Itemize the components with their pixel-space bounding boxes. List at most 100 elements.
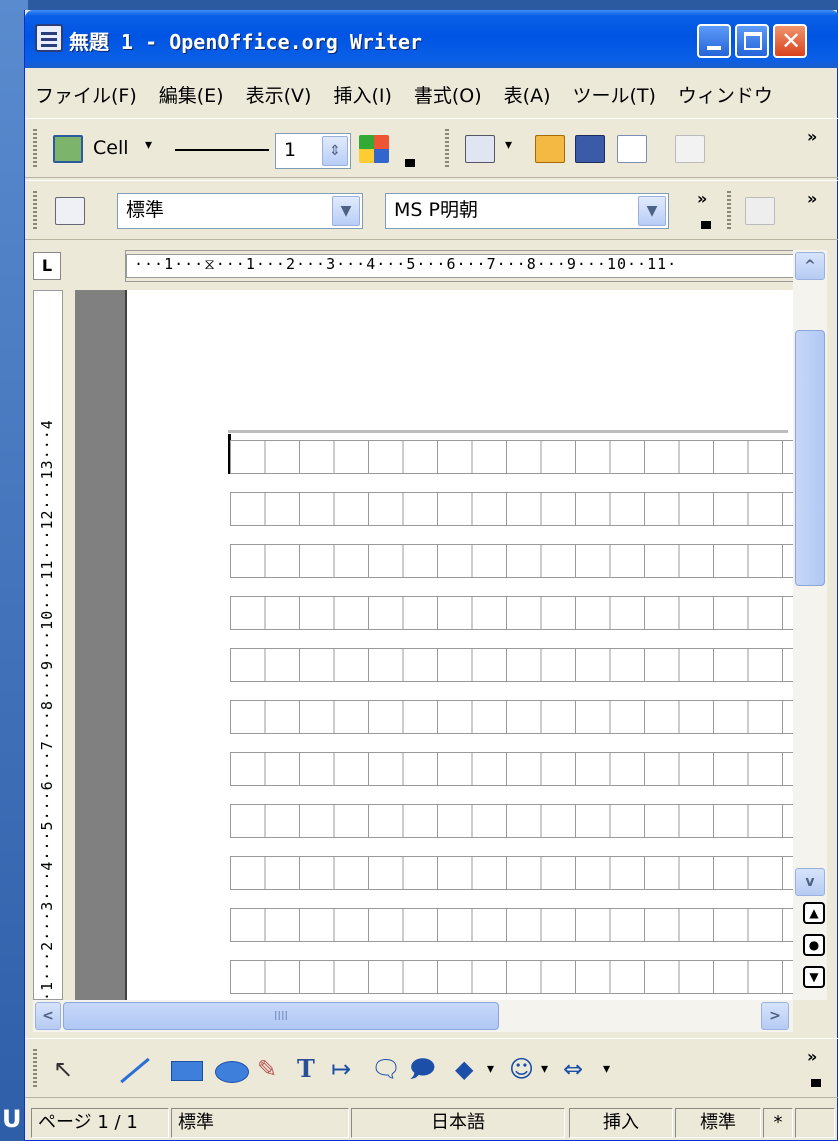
table-row[interactable] xyxy=(230,544,793,578)
spinner-arrows-icon[interactable]: ⇕ xyxy=(322,136,348,166)
table-row[interactable] xyxy=(230,700,793,734)
table-row[interactable] xyxy=(230,440,793,474)
tab-stop-selector[interactable]: L xyxy=(33,252,61,280)
menu-view[interactable]: 表示(V) xyxy=(246,81,312,108)
toolbar-overflow-grip[interactable] xyxy=(405,159,415,167)
horizontal-scroll-thumb[interactable]: IIII xyxy=(63,1002,499,1030)
scroll-down-button[interactable]: v xyxy=(795,868,825,896)
symbol-dropdown-arrow-icon[interactable]: ▾ xyxy=(541,1055,548,1083)
menu-tools[interactable]: ツール(T) xyxy=(572,81,655,108)
toolbar-more-icon[interactable]: » xyxy=(697,189,707,208)
table-row[interactable] xyxy=(230,492,793,526)
annotation-tool-icon[interactable]: 🗩 xyxy=(409,1055,436,1083)
line-width-value: 1 xyxy=(284,139,297,161)
cell-label: Cell xyxy=(93,137,129,159)
table-row[interactable] xyxy=(230,908,793,942)
menu-format[interactable]: 書式(O) xyxy=(414,81,482,108)
font-name-value: MS P明朝 xyxy=(394,199,478,221)
callout-tool-icon[interactable]: 🗨 xyxy=(371,1055,401,1083)
vertical-scroll-thumb[interactable] xyxy=(795,330,825,586)
freeform-tool-icon[interactable]: ✎ xyxy=(257,1055,277,1083)
scroll-up-button[interactable]: ^ xyxy=(795,252,825,280)
menu-file[interactable]: ファイル(F) xyxy=(35,81,137,108)
email-icon[interactable] xyxy=(617,135,647,163)
rectangle-tool-icon[interactable] xyxy=(171,1061,203,1081)
chevron-down-icon[interactable]: ▼ xyxy=(332,196,360,226)
table-row[interactable] xyxy=(230,960,793,994)
status-modified: * xyxy=(763,1108,793,1138)
navigator-button[interactable]: ● xyxy=(803,934,825,956)
toolbar-grip[interactable] xyxy=(33,129,37,169)
table-row[interactable] xyxy=(230,804,793,838)
status-insert-mode[interactable]: 挿入 xyxy=(569,1108,673,1138)
scroll-left-button[interactable]: < xyxy=(35,1002,61,1030)
window-title: 無題 1 - OpenOffice.org Writer xyxy=(69,30,423,54)
next-page-button[interactable]: ▼ xyxy=(803,966,825,988)
table-row[interactable] xyxy=(230,596,793,630)
menu-table[interactable]: 表(A) xyxy=(504,81,551,108)
paragraph-style-select[interactable]: 標準 ▼ xyxy=(117,193,363,229)
arrows-dropdown-arrow-icon[interactable]: ▾ xyxy=(603,1055,610,1083)
menu-insert[interactable]: 挿入(I) xyxy=(333,81,391,108)
menu-window[interactable]: ウィンドウ xyxy=(678,81,773,108)
scroll-right-button[interactable]: > xyxy=(761,1002,789,1030)
toolbar-more-icon[interactable]: » xyxy=(807,127,817,146)
vertical-ruler[interactable]: ··1···2···3···4···5···6···7···8···9···10… xyxy=(33,290,63,1000)
writer-window: 無題 1 - OpenOffice.org Writer ✕ ファイル(F) 編… xyxy=(24,10,838,1141)
vertical-scrollbar[interactable]: ^ v xyxy=(793,250,827,1000)
symbol-shapes-icon[interactable]: ☺ xyxy=(509,1055,534,1083)
toolbar-overflow-grip[interactable] xyxy=(701,221,711,229)
toolbar-overflow-grip[interactable] xyxy=(811,1079,821,1087)
status-signature[interactable] xyxy=(795,1108,835,1138)
toolbar-more-icon[interactable]: » xyxy=(807,189,817,208)
toolbar-more-icon[interactable]: » xyxy=(807,1047,817,1066)
new-dropdown-arrow-icon[interactable]: ▾ xyxy=(505,137,512,153)
shapes-dropdown-arrow-icon[interactable]: ▾ xyxy=(487,1055,494,1083)
cell-dropdown-arrow-icon[interactable]: ▾ xyxy=(145,137,152,153)
close-button[interactable]: ✕ xyxy=(773,24,807,58)
select-arrow-icon[interactable]: ↖ xyxy=(53,1055,73,1083)
menu-bar: ファイル(F) 編集(E) 表示(V) 挿入(I) 書式(O) 表(A) ツール… xyxy=(25,70,838,118)
line-tool-icon[interactable] xyxy=(120,1057,150,1084)
maximize-button[interactable] xyxy=(735,24,769,58)
table-row[interactable] xyxy=(230,752,793,786)
toolbar-grip[interactable] xyxy=(727,191,731,231)
new-document-icon[interactable] xyxy=(465,135,495,163)
indent-icon[interactable] xyxy=(745,197,775,225)
status-page-count[interactable]: ページ 1 / 1 xyxy=(31,1108,169,1138)
document-area[interactable] xyxy=(75,290,793,1000)
table-toolbar: Cell ▾ 1 ⇕ ▾ » xyxy=(25,118,838,178)
dimension-tool-icon[interactable]: ↦ xyxy=(331,1055,351,1083)
save-icon[interactable] xyxy=(575,135,605,163)
cell-edit-icon[interactable] xyxy=(53,135,83,163)
text-tool-icon[interactable]: T xyxy=(297,1055,315,1083)
table-row[interactable] xyxy=(230,856,793,890)
status-selection-mode[interactable]: 標準 xyxy=(675,1108,761,1138)
line-width-spinner[interactable]: 1 ⇕ xyxy=(275,133,351,169)
document-page[interactable] xyxy=(129,290,793,1000)
edit-file-icon[interactable] xyxy=(675,135,705,163)
ellipse-tool-icon[interactable] xyxy=(215,1061,249,1083)
open-folder-icon[interactable] xyxy=(535,135,565,163)
chevron-down-icon[interactable]: ▼ xyxy=(638,196,666,226)
horizontal-ruler[interactable]: ···1···⧖···1···2···3···4···5···6···7···8… xyxy=(125,250,796,282)
block-arrows-icon[interactable]: ⇔ xyxy=(563,1055,583,1083)
status-language[interactable]: 日本語 xyxy=(351,1108,565,1138)
table-row[interactable] xyxy=(230,648,793,682)
font-name-select[interactable]: MS P明朝 ▼ xyxy=(385,193,669,229)
line-style-preview[interactable] xyxy=(175,149,269,151)
toolbar-grip[interactable] xyxy=(33,1049,37,1089)
previous-page-button[interactable]: ▲ xyxy=(803,902,825,924)
maximize-icon xyxy=(744,32,762,50)
toolbar-grip[interactable] xyxy=(445,129,449,169)
minimize-button[interactable] xyxy=(697,24,731,58)
basic-shapes-icon[interactable]: ◆ xyxy=(455,1055,473,1083)
status-page-style[interactable]: 標準 xyxy=(171,1108,349,1138)
table-colors-icon[interactable] xyxy=(359,135,389,163)
title-bar[interactable]: 無題 1 - OpenOffice.org Writer ✕ xyxy=(25,10,838,68)
menu-edit[interactable]: 編集(E) xyxy=(159,81,224,108)
writer-app-icon xyxy=(35,24,63,52)
styles-icon[interactable] xyxy=(55,197,85,225)
toolbar-grip[interactable] xyxy=(33,191,37,231)
horizontal-scrollbar[interactable]: < IIII > xyxy=(33,1000,793,1032)
